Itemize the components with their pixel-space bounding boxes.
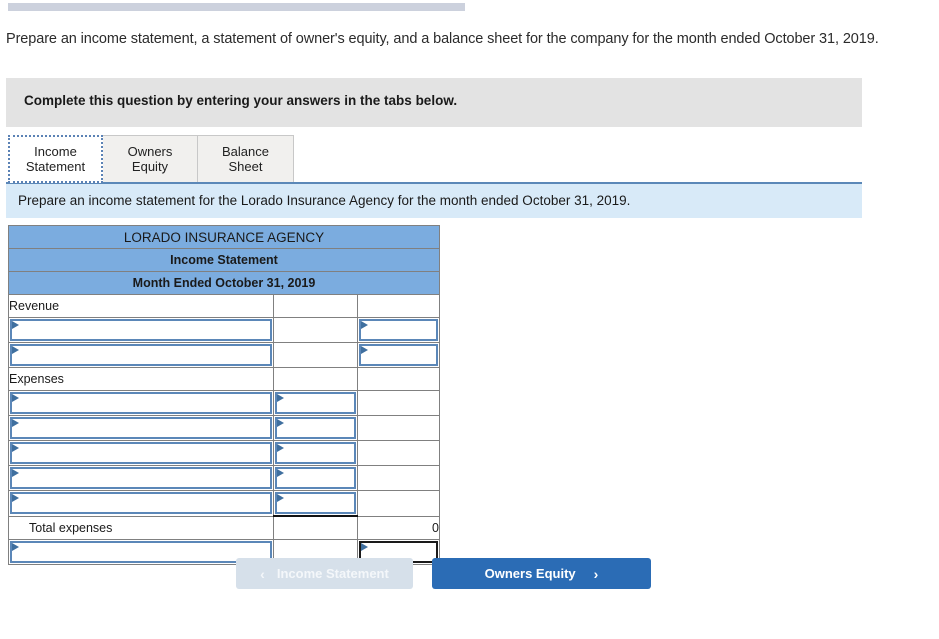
row-amount-cell[interactable] [272,390,358,416]
total-expenses-value: 0 [356,515,441,540]
row-cell-blank [356,390,441,416]
row-amount-cell[interactable] [272,440,358,466]
row-desc-cell[interactable] [8,390,274,416]
row-cell-blank [272,294,358,318]
next-button-label: Owners Equity [484,566,576,581]
row-amount-cell[interactable] [272,490,358,517]
row-amount-cell[interactable] [272,465,358,491]
expense-amount-input-4[interactable] [274,467,356,489]
table-row [8,342,441,368]
net-income-description-input[interactable] [10,541,272,563]
instruction-text: Complete this question by entering your … [24,93,458,108]
table-row [8,415,441,441]
table-row: Revenue [8,294,441,318]
prev-button-label: Income Statement [276,566,389,581]
tab-bar: Income Statement Owners Equity Balance S… [8,135,294,183]
expense-description-input-5[interactable] [10,492,272,515]
sheet-header-row: Month Ended October 31, 2019 [8,271,440,295]
sheet-header-row: LORADO INSURANCE AGENCY [8,225,440,249]
row-cell-blank [356,465,441,491]
revenue-description-input-2[interactable] [10,344,272,366]
chevron-right-icon: › [593,565,599,582]
row-amount-cell[interactable] [356,342,441,368]
expense-amount-input-1[interactable] [274,392,356,414]
subtask-banner: Prepare an income statement for the Lora… [6,182,862,218]
row-cell-blank [356,490,441,517]
table-row [8,465,441,491]
table-row [8,390,441,416]
row-cell-blank [272,367,358,391]
next-owners-equity-button[interactable]: Owners Equity › [432,558,651,589]
expense-description-input-4[interactable] [10,467,272,489]
tab-owners-equity[interactable]: Owners Equity [102,135,198,183]
question-prompt: Prepare an income statement, a statement… [6,31,879,47]
table-row: Expenses [8,367,441,391]
expense-description-input-2[interactable] [10,417,272,439]
revenue-description-input-1[interactable] [10,319,272,341]
revenue-amount-input-1[interactable] [358,319,438,341]
row-desc-cell[interactable] [8,317,274,343]
revenue-amount-input-2[interactable] [358,344,438,366]
row-cell-blank [356,294,441,318]
row-desc-cell[interactable] [8,342,274,368]
table-row [8,317,441,343]
row-cell-blank [356,415,441,441]
sheet-period: Month Ended October 31, 2019 [8,271,440,295]
income-statement-worksheet: LORADO INSURANCE AGENCY Income Statement… [8,225,441,565]
sheet-header-row: Income Statement [8,248,440,272]
row-cell-blank [356,440,441,466]
row-amount-cell[interactable] [272,415,358,441]
row-desc-cell[interactable] [8,539,274,565]
row-cell-blank [356,367,441,391]
table-row [8,490,441,517]
tab-balance-sheet[interactable]: Balance Sheet [197,135,294,183]
row-label-expenses: Expenses [8,367,274,391]
expense-amount-input-5[interactable] [274,492,356,514]
navigation-buttons: ‹ Income Statement Owners Equity › [236,558,651,589]
expense-description-input-3[interactable] [10,442,272,464]
prev-income-statement-button[interactable]: ‹ Income Statement [236,558,413,589]
row-desc-cell[interactable] [8,465,274,491]
row-desc-cell[interactable] [8,490,274,517]
row-desc-cell[interactable] [8,415,274,441]
expense-description-input-1[interactable] [10,392,272,414]
expense-amount-input-2[interactable] [274,417,356,439]
expense-amount-input-3[interactable] [274,442,356,464]
chevron-left-icon: ‹ [260,565,265,582]
instruction-panel: Complete this question by entering your … [6,78,862,127]
row-cell-blank [272,515,358,540]
progress-bar [8,3,465,11]
table-row: Total expenses 0 [8,515,441,540]
row-label-total-expenses: Total expenses [8,515,274,540]
subtask-text: Prepare an income statement for the Lora… [18,193,631,208]
sheet-company-name: LORADO INSURANCE AGENCY [8,225,440,249]
table-row [8,440,441,466]
row-desc-cell[interactable] [8,440,274,466]
tab-income-statement[interactable]: Income Statement [8,135,103,183]
sheet-statement-name: Income Statement [8,248,440,272]
row-amount-cell[interactable] [356,317,441,343]
row-cell-blank [272,342,358,368]
row-cell-blank [272,317,358,343]
row-label-revenue: Revenue [8,294,274,318]
